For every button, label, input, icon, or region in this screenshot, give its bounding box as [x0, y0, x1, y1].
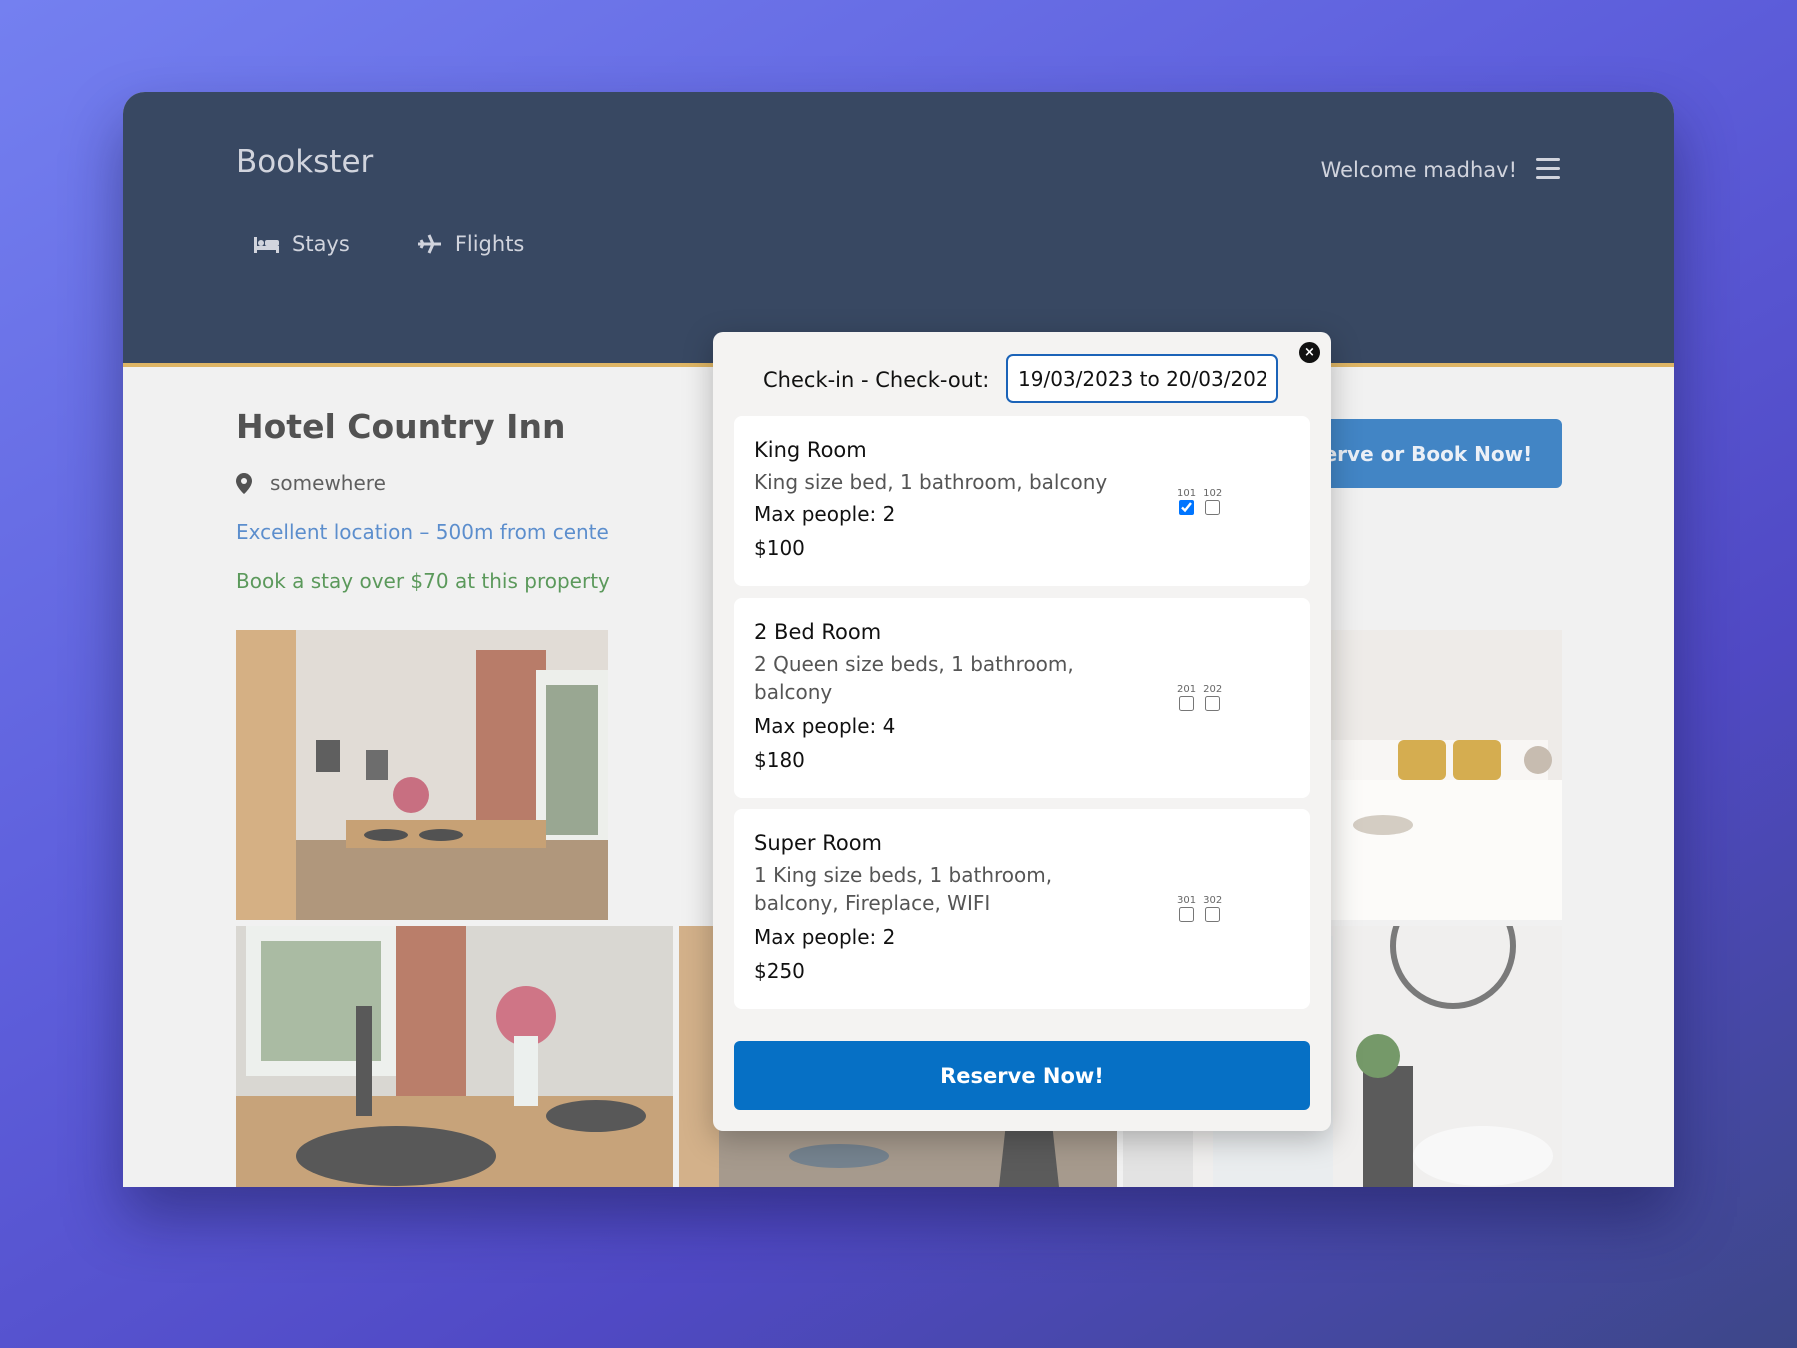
room-302-checkbox[interactable] — [1205, 907, 1221, 922]
room-number-option: 301 — [1177, 895, 1196, 922]
room-number-option: 202 — [1203, 684, 1222, 711]
room-number-label: 301 — [1177, 895, 1197, 906]
room-number-options: 301 302 — [1177, 895, 1222, 922]
room-301-checkbox[interactable] — [1179, 907, 1195, 922]
room-max-people: Max people: 2 — [754, 925, 896, 949]
room-202-checkbox[interactable] — [1205, 696, 1221, 711]
reservation-modal: × Check-in - Check-out: King Room King s… — [713, 332, 1331, 1131]
room-201-checkbox[interactable] — [1179, 696, 1195, 711]
room-number-option: 302 — [1203, 895, 1222, 922]
room-description: 1 King size beds, 1 bathroom, balcony, F… — [754, 863, 1053, 915]
room-name: Super Room — [754, 831, 882, 855]
room-number-options: 201 202 — [1177, 684, 1222, 711]
room-description: King size bed, 1 bathroom, balcony — [754, 470, 1108, 494]
reserve-now-button[interactable]: Reserve Now! — [734, 1041, 1310, 1110]
room-number-label: 102 — [1203, 488, 1223, 499]
room-description: 2 Queen size beds, 1 bathroom, balcony — [754, 652, 1074, 704]
room-number-label: 201 — [1177, 684, 1197, 695]
date-range-input[interactable] — [1006, 354, 1278, 403]
room-price: $100 — [754, 536, 805, 560]
date-range-label: Check-in - Check-out: — [763, 368, 990, 392]
room-number-option: 101 — [1177, 488, 1196, 515]
room-101-checkbox[interactable] — [1179, 500, 1195, 515]
room-max-people: Max people: 4 — [754, 714, 896, 738]
room-card-super: Super Room 1 King size beds, 1 bathroom,… — [734, 809, 1310, 1009]
room-price: $250 — [754, 959, 805, 983]
room-number-option: 201 — [1177, 684, 1196, 711]
room-number-label: 302 — [1203, 895, 1223, 906]
room-price: $180 — [754, 748, 805, 772]
room-number-options: 101 102 — [1177, 488, 1222, 515]
room-number-label: 202 — [1203, 684, 1223, 695]
room-102-checkbox[interactable] — [1205, 500, 1221, 515]
room-name: 2 Bed Room — [754, 620, 882, 644]
app-window: Bookster Welcome madhav! Stays Flights H… — [123, 92, 1674, 1187]
room-number-option: 102 — [1203, 488, 1222, 515]
room-max-people: Max people: 2 — [754, 502, 896, 526]
room-card-2-bed: 2 Bed Room 2 Queen size beds, 1 bathroom… — [734, 598, 1310, 798]
room-card-king: King Room King size bed, 1 bathroom, bal… — [734, 416, 1310, 586]
room-name: King Room — [754, 438, 867, 462]
close-icon[interactable]: × — [1299, 342, 1320, 363]
room-number-label: 101 — [1177, 488, 1197, 499]
